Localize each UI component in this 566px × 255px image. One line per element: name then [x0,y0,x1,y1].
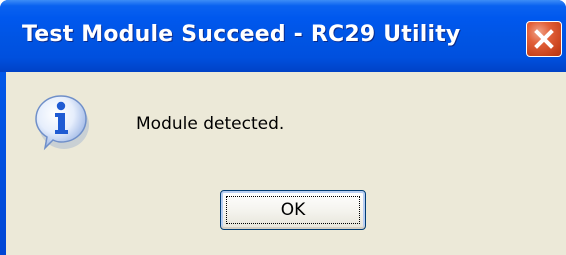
window-title: Test Module Succeed - RC29 Utility [22,22,461,47]
ok-button[interactable]: OK [220,190,366,230]
dialog-body: Module detected. OK [6,72,566,255]
close-icon [534,29,554,49]
message-dialog: Test Module Succeed - RC29 Utility Modul… [0,0,566,255]
close-button[interactable] [526,21,562,57]
ok-button-label: OK [280,200,306,220]
dialog-message: Module detected. [136,114,285,134]
info-icon [35,95,89,151]
title-bar[interactable]: Test Module Succeed - RC29 Utility [0,0,566,72]
